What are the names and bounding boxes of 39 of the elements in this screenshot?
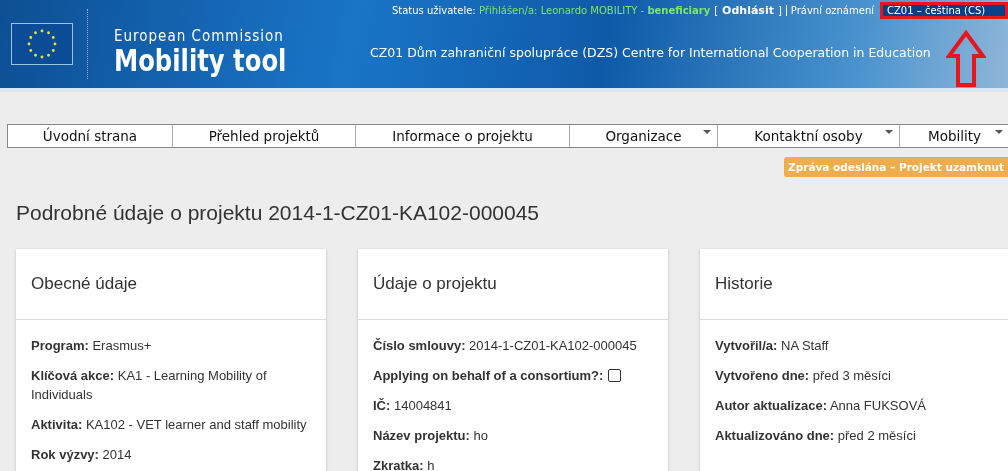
card-title: Údaje o projektu <box>358 249 668 320</box>
field-text: Aktualizováno dne: před 2 měsíci <box>715 427 917 445</box>
caret-icon <box>703 130 711 134</box>
bracket: [ <box>714 5 719 16</box>
bracket: ] <box>777 5 782 16</box>
nav-tab[interactable]: Organizace <box>570 125 718 147</box>
checkbox[interactable] <box>608 369 622 382</box>
caret-icon <box>995 130 1003 134</box>
field-text: Aktivita: KA102 - VET learner and staff mobility <box>31 416 308 434</box>
nav-tab[interactable]: Mobility <box>900 125 1008 147</box>
field-text: Program: Erasmus+ <box>31 337 153 355</box>
language-select[interactable]: CZ01 – čeština (CS) <box>880 2 1008 19</box>
nav-tab[interactable]: Přehled projektů <box>173 125 356 147</box>
nav-tab[interactable]: Kontaktní osoby <box>718 125 900 147</box>
status-badge: Zpráva odeslána – Projekt uzamknut <box>784 157 1008 177</box>
organization-name: CZ01 Dům zahraniční spolupráce (DZS) Centre for International Cooperation in Education <box>370 45 931 60</box>
field-text: Vytvořeno dne: před 3 měsíci <box>715 367 892 385</box>
card-title: Obecné údaje <box>16 249 326 320</box>
logout-link[interactable]: Odhlásit <box>722 4 774 17</box>
up-arrow-icon <box>946 30 986 88</box>
field-label: Applying on behalf of a consortium?: <box>373 368 604 383</box>
field-text: Rok výzvy: 2014 <box>31 446 133 464</box>
field-text: Vytvořil/a: NA Staff <box>715 337 830 355</box>
nav-tab[interactable]: Úvodní strana <box>8 125 173 147</box>
field-text: IČ: 14004841 <box>373 397 453 415</box>
field-text: Autor aktualizace: Anna FUKSOVÁ <box>715 397 927 415</box>
card-title: Historie <box>700 249 1008 320</box>
user-status: Status uživatele: Přihlášen/a: Leonardo MOBILITY - beneficiary <box>391 5 711 16</box>
legal-notice-link[interactable]: Právní oznámení <box>785 5 874 16</box>
caret-icon <box>885 130 893 134</box>
page-title: Podrobné údaje o projektu 2014-1-CZ01-KA102-000045 <box>16 201 541 225</box>
nav-tab[interactable]: Informace o projektu <box>356 125 570 147</box>
field-text: Název projektu: ho <box>373 427 489 445</box>
brand-subtitle: European Commission <box>114 27 285 45</box>
field-text: Zkratka: h <box>373 457 436 471</box>
eu-flag-icon <box>11 23 73 65</box>
field-text: Klíčová akce: KA1 - Learning Mobility of Individuals <box>31 367 268 404</box>
field-text: Číslo smlouvy: 2014-1-CZ01-KA102-000045 <box>373 337 638 355</box>
app-title: Mobility tool <box>114 45 287 77</box>
